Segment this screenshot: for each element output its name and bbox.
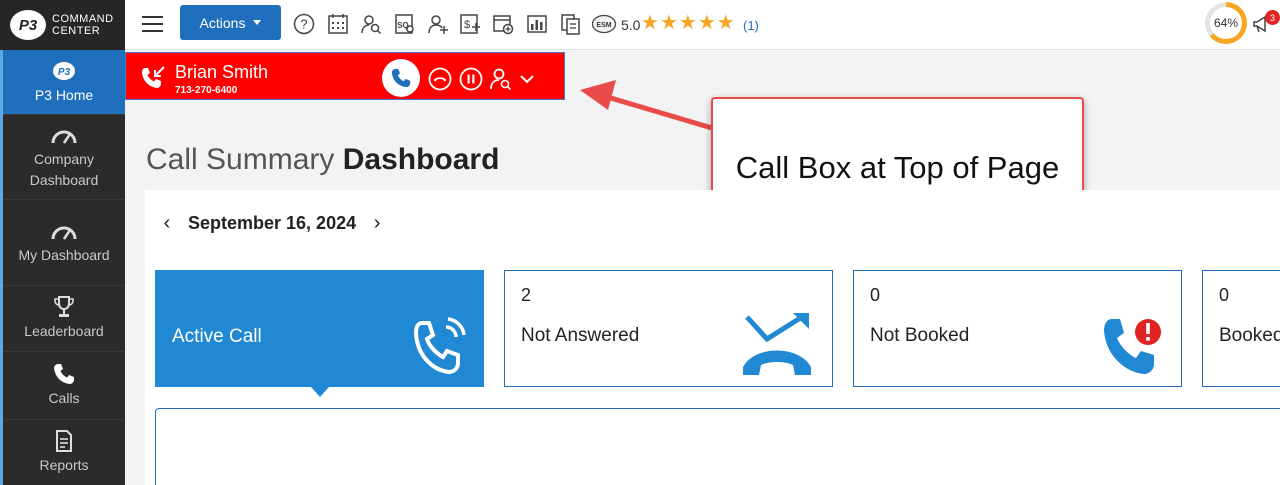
caller-lookup-button[interactable]: [489, 67, 513, 91]
profile-progress-ring[interactable]: 64%: [1205, 2, 1247, 44]
hangup-icon: [428, 67, 452, 91]
date-navigator: ‹ September 16, 2024 ›: [160, 212, 384, 235]
star-icon: ★: [678, 12, 697, 34]
card-label: Not Answered: [521, 325, 640, 346]
phone-alert-icon: [1102, 313, 1164, 384]
user-search-icon[interactable]: [359, 12, 383, 36]
user-search-icon: [490, 68, 512, 91]
brand-line-1: COMMAND: [52, 13, 114, 25]
sidebar-item-leaderboard[interactable]: Leaderboard: [3, 286, 125, 352]
sidebar-item-company-dashboard[interactable]: Company Dashboard: [3, 115, 125, 200]
sidebar-item-label: Reports: [39, 457, 89, 473]
annotation-arrow: [580, 80, 715, 131]
caller-phone: 713-270-6400: [175, 85, 238, 96]
sidebar-item-label: Calls: [48, 390, 80, 406]
sidebar-item-calls[interactable]: Calls: [3, 352, 125, 420]
ringing-phone-icon: [412, 315, 468, 382]
chevron-right-icon[interactable]: ›: [370, 212, 384, 235]
documents-icon[interactable]: [559, 12, 583, 36]
card-count: 0: [870, 285, 881, 305]
svg-text:?: ?: [300, 17, 307, 32]
p3-home-icon: P3: [50, 59, 78, 83]
hamburger-menu-icon[interactable]: [142, 16, 163, 32]
sidebar-item-my-dashboard[interactable]: My Dashboard: [3, 200, 125, 286]
page-title: Call Summary Dashboard: [146, 143, 499, 177]
trophy-icon: [50, 295, 78, 319]
page-title-light: Call Summary: [146, 143, 335, 176]
sidebar-item-label: Company Dashboard: [29, 151, 99, 188]
phone-icon: [391, 68, 411, 88]
card-label: Not Booked: [870, 325, 970, 346]
call-details-box: [155, 408, 1280, 485]
incoming-call-icon: [140, 65, 166, 91]
card-not-answered[interactable]: 2 Not Answered: [504, 270, 833, 387]
progress-label: 64%: [1210, 7, 1242, 39]
gauge-icon: [50, 219, 78, 243]
phone-icon: [50, 362, 78, 386]
caller-name: Brian Smith: [175, 62, 269, 82]
card-booked[interactable]: 0 Booked: [1202, 270, 1280, 387]
date-label: September 16, 2024: [188, 213, 357, 233]
rating-stars: ★ ★ ★ ★ ★: [641, 12, 735, 34]
svg-text:P3: P3: [58, 67, 71, 78]
add-money-icon[interactable]: $: [458, 12, 482, 36]
rating-count-link[interactable]: (1): [743, 18, 759, 33]
help-icon[interactable]: ?: [292, 12, 316, 36]
rating-value: 5.0: [621, 17, 641, 33]
brand-name: COMMAND CENTER: [52, 13, 114, 37]
bar-chart-icon[interactable]: [525, 12, 549, 36]
sidebar-item-label: Leaderboard: [24, 323, 104, 339]
add-user-icon[interactable]: [426, 12, 450, 36]
sidebar-item-p3-home[interactable]: P3 P3 Home: [3, 50, 125, 115]
hold-button[interactable]: [459, 67, 483, 91]
caret-down-icon: [253, 20, 262, 25]
sidebar-item-label: P3 Home: [34, 86, 94, 103]
pause-icon: [459, 67, 483, 91]
card-count: 2: [521, 285, 532, 305]
brand-line-2: CENTER: [52, 25, 101, 37]
p3-logo-mark: P3: [10, 10, 46, 40]
calendar-icon[interactable]: [326, 12, 350, 36]
page-title-bold: Dashboard: [342, 143, 500, 176]
top-toolbar: Actions ? SQ $ ESM 5.0 ★ ★ ★ ★ ★ (1) 64%…: [125, 0, 1280, 50]
hangup-button[interactable]: [428, 67, 452, 91]
card-label: Booked: [1219, 325, 1280, 346]
svg-text:$: $: [464, 19, 470, 31]
call-box: Brian Smith 713-270-6400: [125, 52, 565, 100]
sidebar-item-reports[interactable]: Reports: [3, 420, 125, 485]
gauge-icon: [50, 123, 78, 147]
esm-icon[interactable]: ESM: [591, 12, 617, 36]
active-card-pointer: [311, 387, 329, 397]
report-icon: [50, 429, 78, 453]
card-count: 0: [1219, 285, 1230, 305]
star-icon: ★: [697, 12, 716, 34]
chevron-down-icon[interactable]: [515, 67, 539, 91]
star-icon: ★: [716, 12, 735, 34]
app-root: P3 COMMAND CENTER P3 P3 Home Company Das…: [0, 0, 1280, 485]
add-event-icon[interactable]: [491, 12, 515, 36]
sidebar: P3 COMMAND CENTER P3 P3 Home Company Das…: [0, 0, 125, 485]
card-label: Active Call: [172, 326, 262, 347]
chevron-left-icon[interactable]: ‹: [160, 212, 174, 235]
sidebar-item-label: My Dashboard: [18, 247, 110, 263]
brand-logo[interactable]: P3 COMMAND CENTER: [0, 0, 125, 50]
star-icon: ★: [659, 12, 678, 34]
card-active-call[interactable]: Active Call: [155, 270, 484, 387]
actions-button-label: Actions: [199, 14, 246, 31]
answer-call-button[interactable]: [382, 59, 420, 97]
search-doc-icon[interactable]: SQ: [393, 12, 417, 36]
missed-call-icon: [739, 311, 815, 382]
notification-badge: 3: [1265, 10, 1280, 25]
card-not-booked[interactable]: 0 Not Booked: [853, 270, 1182, 387]
actions-dropdown-button[interactable]: Actions: [180, 5, 281, 40]
esm-label: ESM: [596, 22, 611, 29]
star-icon: ★: [641, 12, 659, 34]
